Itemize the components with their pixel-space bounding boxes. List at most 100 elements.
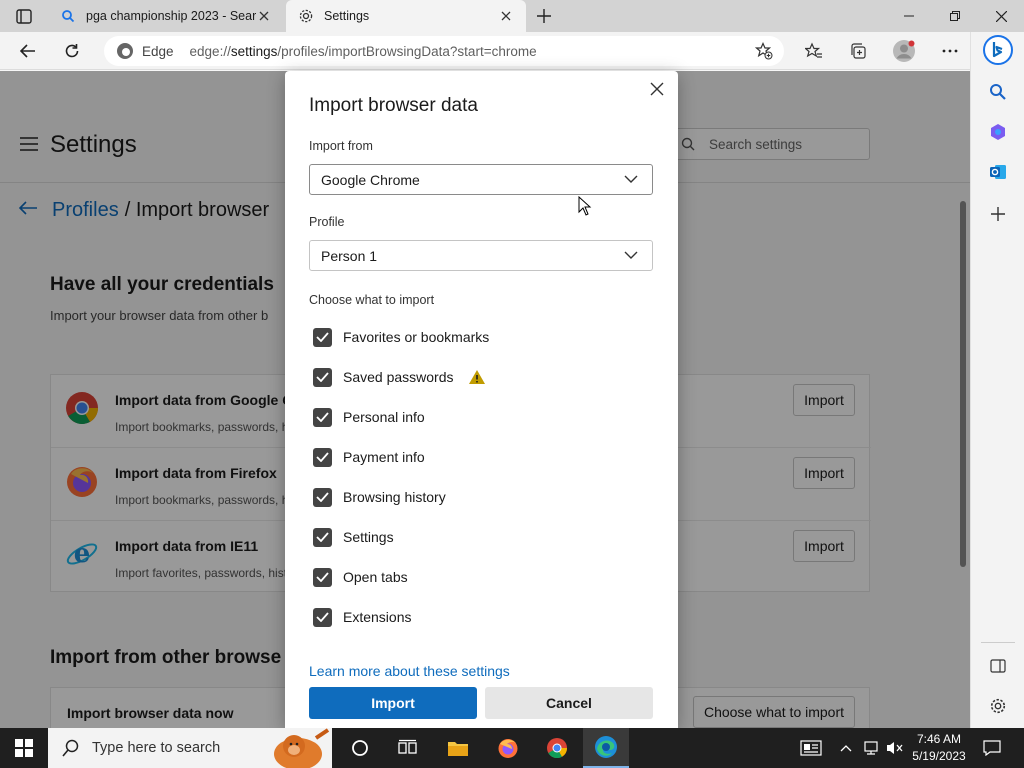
mouse-cursor-icon [578,196,592,216]
news-icon [800,740,822,756]
collections-icon [851,43,866,59]
clock-time: 7:46 AM [916,732,962,746]
network-tray-button[interactable] [860,728,882,768]
tab-search[interactable]: pga championship 2023 - Search [48,0,284,32]
address-bar[interactable]: Edge edge://settings/profiles/importBrow… [104,36,784,66]
sidebar-toggle-icon [990,659,1006,673]
url-scheme: edge:// [189,43,231,59]
checkbox-checked-icon[interactable] [313,607,332,627]
tab-settings[interactable]: Settings [286,0,526,32]
checkbox-checked-icon[interactable] [313,367,332,387]
refresh-button[interactable] [58,37,86,65]
back-arrow-icon [20,44,35,58]
checkbox-checked-icon[interactable] [313,527,332,547]
chevron-down-icon [624,175,638,183]
cortana-button[interactable] [337,728,383,768]
tab-title: pga championship 2023 - Search [86,9,256,23]
sidebar-add-button[interactable] [984,200,1012,228]
favorites-button[interactable] [800,37,828,65]
bing-chat-button[interactable] [982,35,1014,65]
show-hidden-icons-button[interactable] [836,728,856,768]
import-browser-data-dialog: Import browser data Import from Google C… [285,71,678,728]
sidebar-search-button[interactable] [984,78,1012,106]
file-explorer-button[interactable] [435,728,481,768]
profile-button[interactable] [890,37,918,65]
star-add-icon [755,42,773,60]
profile-dropdown[interactable]: Person 1 [309,240,653,271]
restore-button[interactable] [932,0,978,32]
checkbox-checked-icon[interactable] [313,327,332,347]
choose-label: Choose what to import [309,293,435,307]
search-icon [60,8,76,24]
taskbar-search-box[interactable]: Type here to search [48,728,332,768]
checkbox-checked-icon[interactable] [313,567,332,587]
import-from-dropdown[interactable]: Google Chrome [309,164,653,195]
checkbox-label: Browsing history [343,489,446,505]
close-tab-icon[interactable] [256,8,272,24]
minimize-button[interactable] [886,0,932,32]
ellipsis-icon [942,49,958,53]
back-button[interactable] [14,37,42,65]
site-info[interactable]: Edge [116,42,174,60]
minimize-icon [904,15,914,17]
title-bar: pga championship 2023 - Search Settings [0,0,1024,32]
restore-icon [950,11,960,21]
checkbox-passwords[interactable]: Saved passwords [313,367,486,387]
plus-icon [537,9,551,23]
sidebar-outlook-button[interactable] [984,158,1012,186]
task-view-button[interactable] [385,728,431,768]
volume-tray-button[interactable] [884,728,906,768]
close-window-button[interactable] [978,0,1024,32]
edge-taskbar-button[interactable] [583,728,629,768]
plus-icon [991,207,1005,221]
cancel-button[interactable]: Cancel [485,687,653,719]
favorites-icon [805,42,822,58]
checkbox-checked-icon[interactable] [313,487,332,507]
tab-actions-icon [16,9,32,24]
shopping-icon [991,124,1005,140]
new-tab-button[interactable] [532,5,556,27]
taskbar-search-placeholder: Type here to search [92,740,221,756]
search-icon [62,739,79,757]
notifications-button[interactable] [978,728,1006,768]
checkbox-checked-icon[interactable] [313,407,332,427]
sidebar-settings-button[interactable] [984,692,1012,720]
checkbox-favorites[interactable]: Favorites or bookmarks [313,327,489,347]
chevron-up-icon [840,745,852,752]
tab-actions-button[interactable] [10,6,38,28]
checkbox-payment-info[interactable]: Payment info [313,447,425,467]
dialog-close-button[interactable] [647,79,667,99]
profile-label: Profile [309,215,345,229]
avatar-icon [893,40,915,62]
search-icon [990,84,1006,100]
url-host: settings [230,43,278,59]
windows-taskbar: Type here to search 7:46 AM 5/19/2023 [0,728,1024,768]
warning-icon[interactable] [468,369,486,385]
bing-logo-icon [983,35,1013,65]
checkbox-browsing-history[interactable]: Browsing history [313,487,446,507]
close-tab-icon[interactable] [498,8,514,24]
checkbox-label: Extensions [343,609,412,625]
checkbox-personal-info[interactable]: Personal info [313,407,425,427]
network-icon [864,741,878,755]
sidebar-copilot-button[interactable] [984,118,1012,146]
more-menu-button[interactable] [936,37,964,65]
chrome-taskbar-button[interactable] [534,728,580,768]
gear-icon [298,8,314,24]
import-button[interactable]: Import [309,687,477,719]
checkbox-extensions[interactable]: Extensions [313,607,411,627]
firefox-taskbar-button[interactable] [485,728,531,768]
gear-icon [990,698,1006,714]
checkbox-open-tabs[interactable]: Open tabs [313,567,408,587]
checkbox-settings[interactable]: Settings [313,527,394,547]
news-widget-button[interactable] [794,728,828,768]
hide-sidebar-button[interactable] [984,652,1012,680]
start-button[interactable] [0,728,48,768]
taskbar-clock[interactable]: 7:46 AM 5/19/2023 [906,731,972,765]
learn-more-link[interactable]: Learn more about these settings [309,663,510,679]
add-favorite-button[interactable] [750,37,778,65]
collections-button[interactable] [844,37,872,65]
site-label: Edge [142,43,174,59]
url-text[interactable]: edge://settings/profiles/importBrowsingD… [190,44,537,59]
checkbox-checked-icon[interactable] [313,447,332,467]
